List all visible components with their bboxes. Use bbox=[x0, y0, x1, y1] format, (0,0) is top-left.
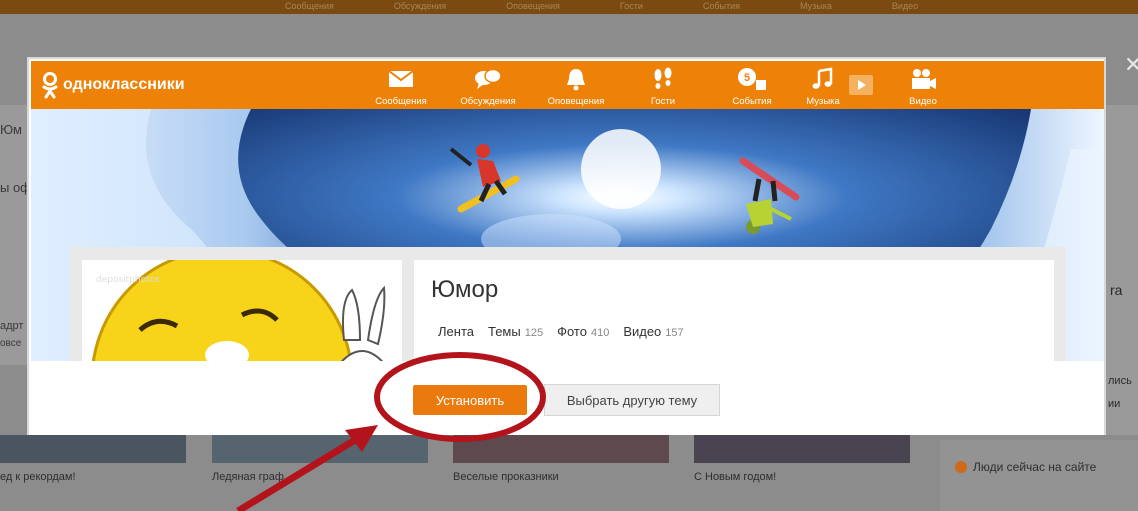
close-icon[interactable]: ✕ bbox=[1124, 52, 1138, 78]
bg-tile-caption: Веселые проказники bbox=[453, 471, 559, 483]
nav-video[interactable]: Видео bbox=[883, 66, 963, 107]
theme-preview-modal: одноклассники Сообщения Обсуждения Опове… bbox=[27, 57, 1106, 435]
bg-right-fragment: ии bbox=[1108, 398, 1121, 410]
group-profile-area: depositphotos Юмор Лента Темы 125 Фото 410… bbox=[70, 247, 1066, 367]
tab-label: Лента bbox=[438, 324, 474, 339]
nav-label: Музыка bbox=[806, 96, 840, 107]
envelope-icon bbox=[388, 70, 414, 87]
chat-bubbles-icon bbox=[475, 68, 502, 89]
bg-left-fragment: Юм bbox=[0, 122, 22, 137]
tab-videos[interactable]: Видео 157 bbox=[623, 324, 683, 339]
bg-right-fragment: лись bbox=[1108, 375, 1132, 387]
music-play-icon[interactable] bbox=[849, 75, 873, 95]
nav-messages[interactable]: Сообщения bbox=[361, 66, 441, 107]
bg-nav-item: Видео bbox=[891, 1, 919, 11]
tab-topics[interactable]: Темы 125 bbox=[488, 324, 543, 339]
logo-text: одноклассники bbox=[63, 76, 185, 93]
background-right-panel bbox=[940, 440, 1138, 511]
bg-nav-item: События bbox=[702, 1, 741, 11]
bg-nav-item: Гости bbox=[619, 1, 643, 11]
nav-label: Оповещения bbox=[547, 96, 605, 107]
group-tabs: Лента Темы 125 Фото 410 Видео 157 bbox=[438, 324, 684, 339]
tab-feed[interactable]: Лента bbox=[438, 324, 474, 339]
bg-nav-item: Сообщения bbox=[285, 1, 334, 11]
tab-count: 157 bbox=[665, 327, 684, 339]
bell-icon bbox=[567, 69, 585, 91]
bg-tile-caption: Ледяная граф... bbox=[212, 471, 294, 483]
people-online-label: Люди сейчас на сайте bbox=[973, 460, 1097, 474]
music-note-icon bbox=[812, 67, 833, 89]
bg-theme-tile[interactable] bbox=[694, 435, 910, 463]
people-online-link[interactable]: Люди сейчас на сайте bbox=[955, 460, 1096, 474]
site-logo[interactable]: одноклассники bbox=[41, 71, 185, 99]
bg-nav-item: Оповещения bbox=[506, 1, 560, 11]
video-camera-icon bbox=[912, 69, 936, 89]
nav-label: Обсуждения bbox=[460, 96, 516, 107]
choose-other-theme-button[interactable]: Выбрать другую тему bbox=[544, 384, 720, 416]
group-info-card: Юмор Лента Темы 125 Фото 410 Видео 157 bbox=[414, 260, 1054, 367]
people-icon bbox=[955, 461, 967, 473]
bg-nav-item: Обсуждения bbox=[393, 1, 447, 11]
bg-theme-tile[interactable] bbox=[453, 435, 669, 463]
bg-tile-caption: С Новым годом! bbox=[694, 471, 777, 483]
footprints-icon bbox=[654, 67, 672, 89]
tab-label: Фото bbox=[557, 324, 587, 339]
events-icon: 5 bbox=[738, 68, 766, 90]
bg-theme-tile[interactable] bbox=[0, 435, 186, 463]
nav-label: Сообщения bbox=[375, 96, 427, 107]
bg-nav-item: Музыка bbox=[800, 1, 832, 11]
tab-label: Видео bbox=[623, 324, 662, 339]
background-top-nav: Сообщения Обсуждения Оповещения Гости Со… bbox=[0, 0, 1138, 14]
bg-tile-caption: ед к рекордам! bbox=[0, 471, 76, 483]
nav-guests[interactable]: Гости bbox=[623, 66, 703, 107]
ok-logo-icon bbox=[42, 72, 58, 99]
bg-right-fragment: ra bbox=[1110, 282, 1123, 298]
nav-label: События bbox=[732, 96, 772, 107]
site-header: одноклассники Сообщения Обсуждения Опове… bbox=[31, 61, 1104, 109]
tab-count: 410 bbox=[590, 327, 610, 339]
group-title: Юмор bbox=[431, 276, 499, 303]
nav-label: Видео bbox=[909, 96, 937, 107]
smiley-avatar-image: depositphotos bbox=[82, 260, 402, 367]
bg-left-fragment: овсе bbox=[0, 338, 22, 349]
install-theme-button[interactable]: Установить bbox=[413, 385, 527, 415]
tab-photos[interactable]: Фото 410 bbox=[557, 324, 609, 339]
modal-actions: Установить Выбрать другую тему bbox=[29, 361, 1104, 435]
nav-label: Гости bbox=[650, 96, 676, 107]
nav-discussions[interactable]: Обсуждения bbox=[448, 66, 528, 107]
bg-theme-tile[interactable] bbox=[212, 435, 428, 463]
avatar-watermark: depositphotos bbox=[96, 275, 160, 285]
bg-left-fragment: адрт bbox=[0, 320, 24, 332]
tab-count: 125 bbox=[524, 327, 544, 339]
tab-label: Темы bbox=[487, 324, 521, 339]
nav-events[interactable]: 5 События bbox=[712, 66, 792, 107]
events-badge: 5 bbox=[744, 72, 750, 84]
group-avatar[interactable]: depositphotos bbox=[82, 260, 402, 367]
nav-notifications[interactable]: Оповещения bbox=[536, 66, 616, 107]
